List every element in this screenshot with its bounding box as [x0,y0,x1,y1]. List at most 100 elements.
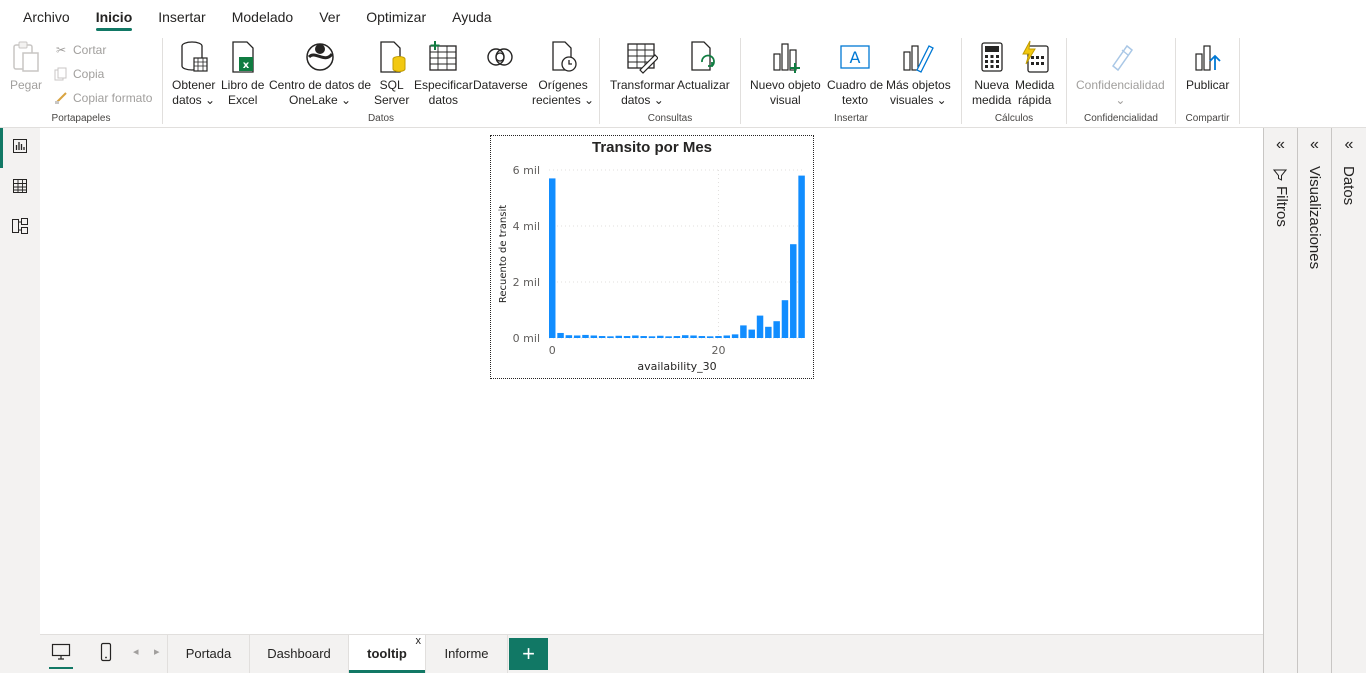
new-measure-button[interactable]: Nueva medida [972,40,1011,108]
group-label-portapapeles: Portapapeles [51,113,111,124]
table-view-button[interactable] [0,168,40,208]
x-tick-label: 20 [711,344,725,357]
more-visuals-icon [902,40,935,74]
bar [615,335,622,338]
bar [673,336,681,338]
group-label-datos: Datos [367,113,395,124]
onelake-hub-button[interactable]: Centro de datos de OneLake ⌄ [269,40,371,108]
y-tick-label: 2 mil [513,276,540,289]
publish-button[interactable]: Publicar [1186,40,1229,93]
bar [565,335,573,338]
transform-data-icon [626,40,659,74]
next-page-icon[interactable]: ▸ [154,645,160,658]
dataverse-button[interactable]: Dataverse [473,40,528,93]
y-axis-label: Recuento de transit [498,205,509,303]
collapse-filters-icon[interactable]: « [1264,136,1297,154]
bar [748,329,755,338]
excel-icon: x [227,40,259,74]
data-pane[interactable]: « Datos [1331,128,1366,673]
new-visual-button[interactable]: Nuevo objeto visual [750,40,821,108]
more-visuals-button[interactable]: Más objetos visuales ⌄ [886,40,951,108]
filters-pane-label: Filtros [1273,186,1290,227]
report-view-button[interactable] [0,128,40,168]
paste-button[interactable]: Pegar [10,40,42,93]
tab-dashboard[interactable]: Dashboard [250,635,349,673]
group-label-consultas: Consultas [647,113,693,124]
database-icon [178,40,210,74]
recent-sources-button[interactable]: Orígenes recientes ⌄ [532,40,594,108]
transform-data-label: Transformar datos ⌄ [610,78,675,107]
visualizations-pane[interactable]: « Visualizaciones [1297,128,1331,673]
page-tab-bar: ◂ ▸ Portada Dashboard tooltip x Informe … [40,634,1263,673]
more-visuals-label: Más objetos visuales ⌄ [886,78,951,107]
bar [632,335,639,338]
group-datos: Obtener datos ⌄ x Libro de Excel Centro de… [163,38,599,126]
sql-server-button[interactable]: SQL Server [374,40,409,108]
group-confidencialidad: Confidencialidad ⌄ Confidencialidad [1067,38,1175,126]
x-axis-label: availability_30 [637,360,716,373]
group-consultas: Transformar datos ⌄ Actualizar Consultas [600,38,740,126]
copy-button[interactable]: Copia [53,66,104,82]
cut-button[interactable]: ✂ Cortar [53,42,106,58]
menu-insertar[interactable]: Insertar [149,0,214,34]
get-data-button[interactable]: Obtener datos ⌄ [172,40,215,108]
previous-page-icon[interactable]: ◂ [133,645,139,658]
bar [740,325,747,338]
add-page-button[interactable]: + [509,638,548,670]
excel-workbook-button[interactable]: x Libro de Excel [221,40,264,108]
quick-measure-label: Medida rápida [1015,78,1055,107]
menu-ver[interactable]: Ver [310,0,349,34]
copy-label: Copia [73,67,105,81]
phone-icon [100,642,112,667]
bar [549,178,556,338]
menu-inicio[interactable]: Inicio [87,0,142,34]
refresh-icon [687,40,719,74]
group-insertar: Nuevo objeto visual A Cuadro de texto Más … [741,38,961,126]
sensitivity-button[interactable]: Confidencialidad ⌄ [1076,40,1165,108]
chart-visual[interactable]: Transito por Mes 0 mil 2 mil 4 mil 6 mil 0 20… [490,135,814,379]
bar [640,336,647,338]
filters-pane[interactable]: « Filtros [1263,128,1297,673]
bar [573,335,581,338]
text-box-button[interactable]: A Cuadro de texto [827,40,883,108]
text-box-icon: A [839,40,871,74]
tab-tooltip[interactable]: tooltip x [349,635,426,673]
enter-data-button[interactable]: Especificar datos [414,40,473,108]
bar-chart-icon [769,40,801,74]
bar [590,335,598,338]
sensitivity-icon [1104,40,1136,74]
desktop-layout-button[interactable] [46,641,76,669]
menu-optimizar[interactable]: Optimizar [357,0,435,34]
format-painter-button[interactable]: Copiar formato [53,90,152,106]
group-label-insertar: Insertar [834,113,868,124]
quick-measure-button[interactable]: Medida rápida [1015,40,1054,108]
sql-server-icon [376,40,408,74]
y-tick-label: 0 mil [513,332,540,345]
group-label-confidencialidad: Confidencialidad [1084,113,1158,124]
menu-archivo[interactable]: Archivo [14,0,79,34]
publish-label: Publicar [1186,78,1230,92]
bar [582,334,589,338]
bar [715,336,722,338]
onelake-icon [304,40,336,74]
text-box-label: Cuadro de texto [827,78,884,107]
sql-server-label: SQL Server [374,78,410,107]
close-tab-icon[interactable]: x [416,623,422,660]
bar [781,300,789,338]
refresh-button[interactable]: Actualizar [677,40,730,93]
collapse-visualizations-icon[interactable]: « [1298,136,1331,154]
model-view-button[interactable] [0,208,40,248]
bar [690,335,697,338]
mobile-layout-button[interactable] [91,641,121,667]
tab-portada[interactable]: Portada [168,635,250,673]
bar [607,336,614,338]
collapse-data-icon[interactable]: « [1332,136,1366,154]
tab-informe[interactable]: Informe [426,635,508,673]
tab-tooltip-label: tooltip [367,646,407,661]
menu-ayuda[interactable]: Ayuda [443,0,500,34]
visualizations-pane-label: Visualizaciones [1306,166,1323,270]
menu-modelado[interactable]: Modelado [223,0,303,34]
table-grid-icon [427,40,459,74]
transform-data-button[interactable]: Transformar datos ⌄ [610,40,675,108]
y-tick-label: 6 mil [513,164,540,177]
